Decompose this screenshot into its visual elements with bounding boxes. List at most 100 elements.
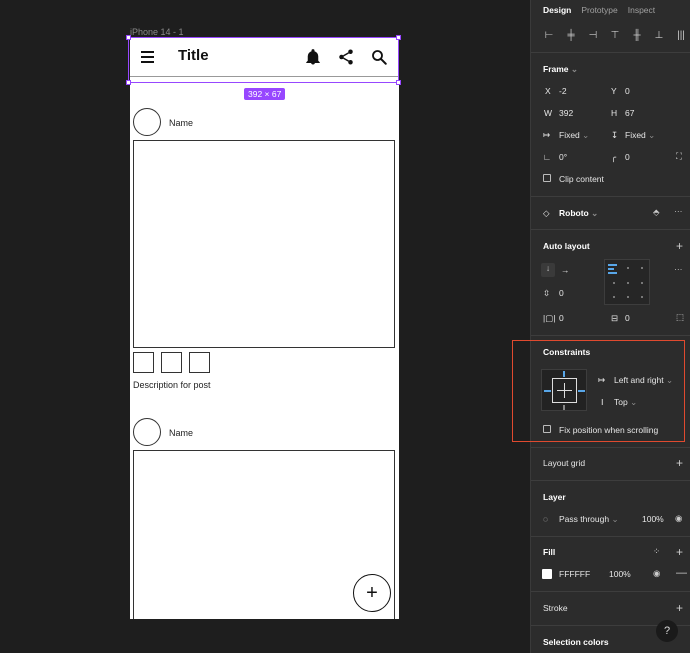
eye-icon[interactable]: ◉ bbox=[675, 513, 682, 524]
add-stroke-icon[interactable]: + bbox=[676, 601, 683, 615]
avatar bbox=[133, 108, 161, 136]
style-grid-icon[interactable]: ⁘ bbox=[653, 546, 660, 557]
panel-tabs: Design Prototype Inspect bbox=[543, 5, 655, 15]
layer-opacity-input[interactable]: 100% bbox=[642, 514, 664, 524]
add-fab-button[interactable]: + bbox=[353, 574, 391, 612]
divider bbox=[531, 196, 690, 197]
grid-dot bbox=[641, 282, 643, 284]
layer-title: Layer bbox=[543, 492, 566, 502]
rotation-input[interactable]: 0° bbox=[559, 152, 567, 162]
h-input[interactable]: 67 bbox=[625, 108, 634, 118]
corner-radius-input[interactable]: 0 bbox=[625, 152, 630, 162]
post-thumbnail bbox=[133, 352, 154, 373]
add-auto-layout-icon[interactable]: + bbox=[676, 239, 683, 253]
add-layout-grid-icon[interactable]: + bbox=[676, 456, 683, 470]
fill-hex-input[interactable]: FFFFFF bbox=[559, 569, 590, 579]
padding-vertical-icon: ⊟ bbox=[611, 313, 619, 323]
align-right-icon[interactable]: ⊣ bbox=[585, 28, 601, 42]
spacing-icon: ⇳ bbox=[543, 288, 551, 298]
width-resize-icon: ↦ bbox=[543, 130, 551, 140]
independent-corners-icon[interactable]: ⛶ bbox=[676, 151, 682, 162]
horizontal-direction-icon[interactable]: → bbox=[561, 265, 570, 275]
avatar bbox=[133, 418, 161, 446]
app-bar[interactable]: Title bbox=[130, 37, 399, 77]
w-label: W bbox=[544, 108, 553, 118]
tab-design[interactable]: Design bbox=[543, 5, 571, 15]
width-mode-select[interactable]: Fixed ⌄ bbox=[559, 130, 589, 141]
align-center-h-icon[interactable]: ╪ bbox=[563, 28, 579, 42]
rotation-icon: ∟ bbox=[543, 152, 552, 162]
individual-padding-icon[interactable]: ⬚ bbox=[676, 312, 684, 323]
divider bbox=[531, 229, 690, 230]
search-icon[interactable] bbox=[370, 48, 388, 66]
height-mode-select[interactable]: Fixed ⌄ bbox=[625, 130, 655, 141]
tab-prototype[interactable]: Prototype bbox=[581, 5, 617, 15]
w-input[interactable]: 392 bbox=[559, 108, 573, 118]
detach-style-icon[interactable]: ⬘ bbox=[653, 207, 660, 218]
fill-title: Fill bbox=[543, 547, 556, 557]
alignment-grid[interactable] bbox=[604, 259, 650, 305]
divider bbox=[531, 591, 690, 592]
padding-horizontal-icon: |▢| bbox=[543, 313, 556, 323]
add-fill-icon[interactable]: + bbox=[676, 545, 683, 559]
post-description: Description for post bbox=[133, 380, 211, 390]
remove-fill-icon[interactable]: — bbox=[676, 567, 687, 579]
alignment-indicator bbox=[608, 268, 614, 270]
post-author-name: Name bbox=[169, 118, 194, 128]
auto-layout-more-icon[interactable]: ··· bbox=[674, 264, 683, 274]
blend-mode-select[interactable]: Pass through ⌄ bbox=[559, 514, 619, 525]
post-thumbnail bbox=[189, 352, 210, 373]
divider bbox=[531, 447, 690, 448]
post-author-name: Name bbox=[169, 428, 194, 438]
canvas[interactable]: iPhone 14 - 1 Title Name Description for… bbox=[0, 0, 530, 653]
app-title: Title bbox=[178, 47, 209, 64]
x-input[interactable]: -2 bbox=[559, 86, 567, 96]
distribute-icon[interactable]: ||| bbox=[673, 28, 689, 42]
grid-dot bbox=[641, 296, 643, 298]
grid-dot bbox=[613, 296, 615, 298]
align-center-v-icon[interactable]: ╫ bbox=[629, 28, 645, 42]
grid-dot bbox=[627, 296, 629, 298]
fill-opacity-input[interactable]: 100% bbox=[609, 569, 631, 579]
help-button[interactable]: ? bbox=[656, 620, 678, 642]
font-family-select[interactable]: Roboto ⌄ bbox=[559, 208, 598, 219]
alignment-indicator bbox=[608, 272, 617, 274]
align-bottom-icon[interactable]: ⊥ bbox=[651, 28, 667, 42]
frame-section-title[interactable]: Frame ⌄ bbox=[543, 64, 578, 75]
frame-label[interactable]: iPhone 14 - 1 bbox=[130, 27, 184, 37]
blend-mode-icon: ◌ bbox=[543, 514, 549, 524]
align-left-icon[interactable]: ⊢ bbox=[541, 28, 557, 42]
phone-frame[interactable]: Title Name Description for post Name + bbox=[130, 37, 399, 619]
spacing-input[interactable]: 0 bbox=[559, 288, 564, 298]
clip-content-label: Clip content bbox=[559, 174, 604, 184]
tab-inspect[interactable]: Inspect bbox=[628, 5, 655, 15]
alignment-toolbar: ⊢ ╪ ⊣ ⊤ ╫ ⊥ ||| bbox=[541, 28, 689, 42]
divider bbox=[531, 52, 690, 53]
bell-icon[interactable] bbox=[304, 48, 322, 66]
y-input[interactable]: 0 bbox=[625, 86, 630, 96]
more-options-icon[interactable]: ··· bbox=[674, 206, 683, 216]
h-label: H bbox=[611, 108, 618, 118]
share-icon[interactable] bbox=[337, 48, 355, 66]
menu-icon[interactable] bbox=[141, 51, 154, 63]
grid-dot bbox=[627, 282, 629, 284]
x-label: X bbox=[545, 86, 551, 96]
alignment-indicator bbox=[608, 264, 617, 266]
padding-horizontal-input[interactable]: 0 bbox=[559, 313, 564, 323]
vertical-direction-icon[interactable]: ↓ bbox=[541, 263, 555, 277]
divider bbox=[531, 480, 690, 481]
design-panel: Design Prototype Inspect ⊢ ╪ ⊣ ⊤ ╫ ⊥ |||… bbox=[530, 0, 690, 653]
grid-dot bbox=[627, 267, 629, 269]
dimension-badge: 392 × 67 bbox=[244, 88, 286, 100]
corner-radius-icon: ╭ bbox=[611, 152, 617, 162]
fill-visibility-eye-icon[interactable]: ◉ bbox=[653, 568, 660, 579]
divider bbox=[531, 335, 690, 336]
padding-vertical-input[interactable]: 0 bbox=[625, 313, 630, 323]
fill-color-swatch[interactable] bbox=[542, 569, 552, 579]
y-label: Y bbox=[611, 86, 617, 96]
height-resize-icon: ↧ bbox=[611, 130, 619, 140]
clip-content-checkbox[interactable] bbox=[543, 174, 551, 182]
auto-layout-title: Auto layout bbox=[543, 241, 590, 251]
align-top-icon[interactable]: ⊤ bbox=[607, 28, 623, 42]
divider bbox=[531, 536, 690, 537]
